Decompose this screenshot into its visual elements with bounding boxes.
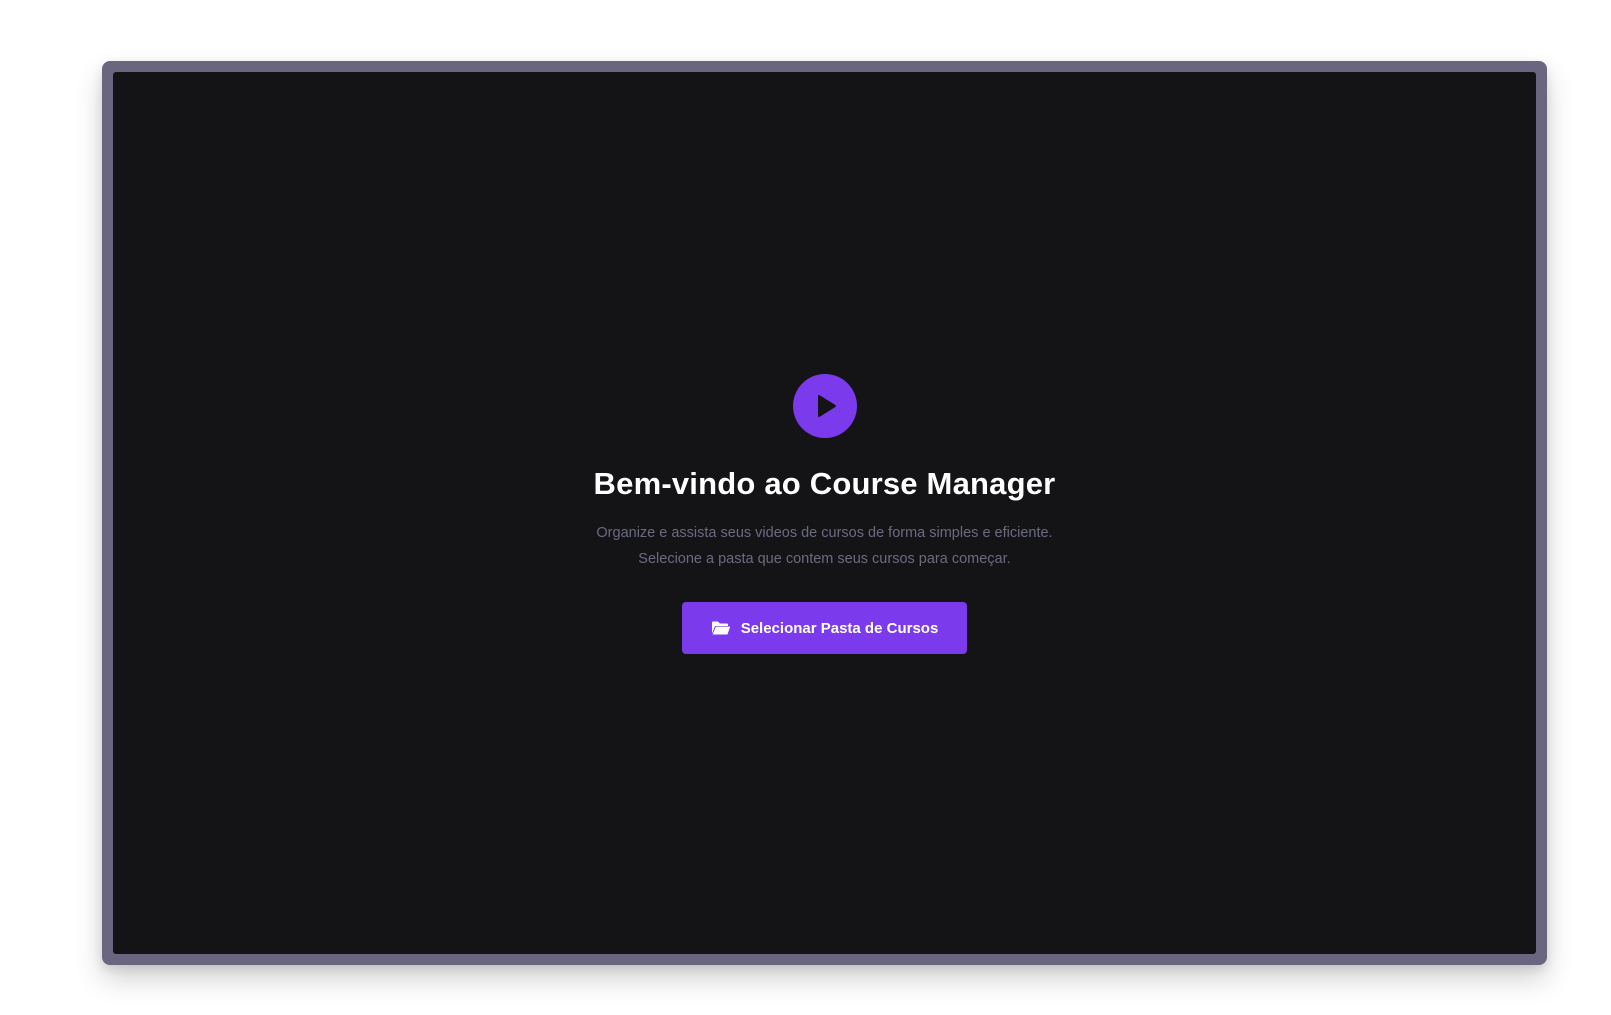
welcome-description: Organize e assista seus videos de cursos… bbox=[596, 520, 1052, 572]
app-window-frame: Bem-vindo ao Course Manager Organize e a… bbox=[102, 61, 1547, 965]
select-course-folder-button[interactable]: Selecionar Pasta de Cursos bbox=[682, 602, 967, 654]
select-course-folder-label: Selecionar Pasta de Cursos bbox=[740, 619, 939, 637]
welcome-panel: Bem-vindo ao Course Manager Organize e a… bbox=[113, 374, 1536, 654]
folder-open-icon bbox=[711, 621, 730, 635]
welcome-title: Bem-vindo ao Course Manager bbox=[593, 466, 1056, 501]
app-surface: Bem-vindo ao Course Manager Organize e a… bbox=[113, 72, 1536, 954]
welcome-description-line-2: Selecione a pasta que contem seus cursos… bbox=[638, 551, 1011, 567]
play-icon bbox=[792, 374, 857, 438]
play-triangle-glyph bbox=[817, 395, 836, 417]
welcome-description-line-1: Organize e assista seus videos de cursos… bbox=[596, 525, 1053, 541]
